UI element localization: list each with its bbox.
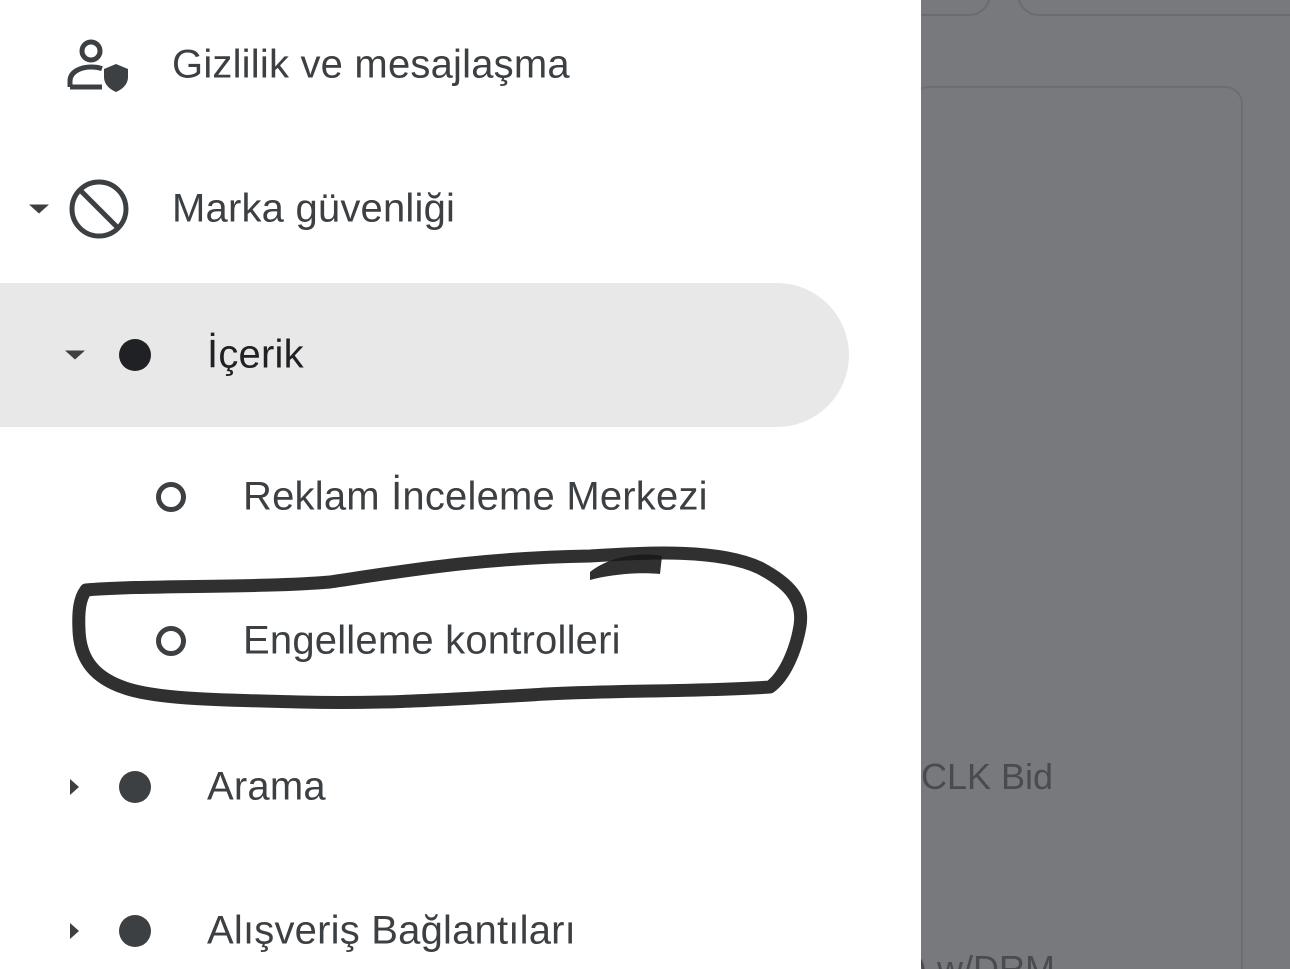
dot-outline-icon (156, 482, 186, 512)
nav-item-privacy-messaging[interactable]: Gizlilik ve mesajlaşma (0, 0, 849, 137)
chevron-down-icon[interactable] (65, 350, 85, 360)
nav-item-shopping-links[interactable]: Alışveriş Bağlantıları (0, 859, 849, 969)
nav-item-label: İçerik (207, 332, 304, 377)
nav-item-blocking-controls[interactable]: Engelleme kontrolleri (0, 569, 849, 713)
dot-filled-icon (119, 771, 151, 803)
background-chip (921, 0, 991, 16)
nav-item-label: Marka güvenliği (172, 186, 456, 231)
dot-filled-icon (119, 915, 151, 947)
nav-item-label: Reklam İnceleme Merkezi (243, 474, 708, 519)
chevron-right-icon[interactable] (70, 779, 79, 795)
app-screen: CLK Bid ) w/DRM Gizlilik ve mesajlaşma M… (0, 0, 1290, 969)
background-chip (1017, 0, 1290, 16)
block-icon (68, 178, 130, 240)
nav-item-label: Arama (207, 764, 326, 809)
nav-item-label: Engelleme kontrolleri (243, 618, 621, 663)
dot-filled-icon (119, 339, 151, 371)
background-text: ) w/DRM (921, 948, 1055, 969)
nav-item-label: Alışveriş Bağlantıları (207, 908, 576, 953)
nav-item-label: Gizlilik ve mesajlaşma (172, 42, 570, 87)
nav-item-ad-review-center[interactable]: Reklam İnceleme Merkezi (0, 425, 849, 569)
background-scrim[interactable]: CLK Bid ) w/DRM (921, 0, 1290, 969)
nav-item-search[interactable]: Arama (0, 715, 849, 859)
nav-item-content[interactable]: İçerik (0, 283, 849, 427)
chevron-right-icon[interactable] (70, 923, 79, 939)
background-card (921, 86, 1243, 969)
person-shield-icon (66, 37, 130, 93)
navigation-drawer: Gizlilik ve mesajlaşma Marka güvenliği İ… (0, 0, 921, 969)
chevron-down-icon[interactable] (29, 204, 49, 214)
dot-outline-icon (156, 626, 186, 656)
background-text: CLK Bid (921, 756, 1054, 797)
nav-item-brand-safety[interactable]: Marka güvenliği (0, 137, 849, 281)
